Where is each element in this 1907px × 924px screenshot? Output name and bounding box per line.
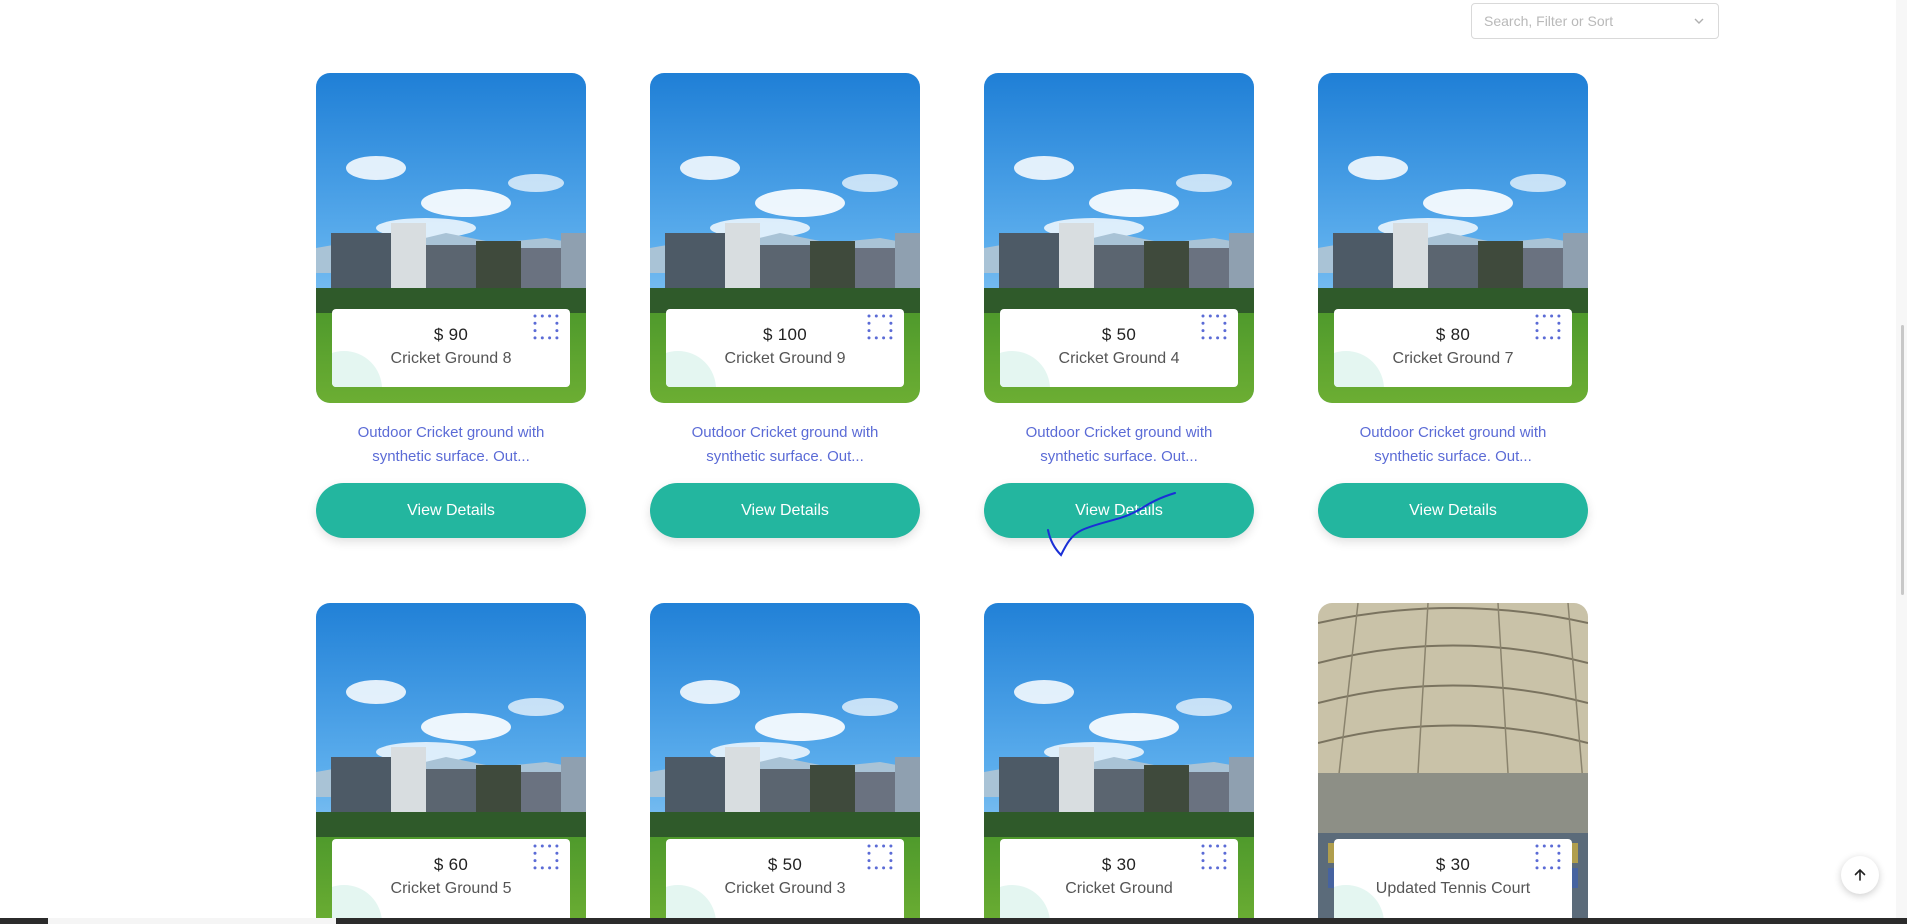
chevron-down-icon [1694, 18, 1704, 24]
scrollbar-thumb[interactable] [1901, 325, 1904, 595]
venue-name: Updated Tennis Court [1375, 880, 1531, 897]
venue-price: $ 30 [1101, 855, 1137, 874]
venue-name: Cricket Ground 7 [1392, 350, 1514, 367]
venue-card: $ 30 Updated Tennis Court [1318, 603, 1588, 921]
venue-card: $ 80 Cricket Ground 7 Outdoor Cricket gr… [1318, 73, 1588, 538]
venue-card: $ 60 Cricket Ground 5 [316, 603, 586, 921]
venue-price: $ 100 [762, 325, 808, 344]
venue-description: Outdoor Cricket ground with synthetic su… [1359, 424, 1547, 465]
bottom-bar [0, 918, 1907, 924]
venue-photo[interactable]: $ 30 Updated Tennis Court [1318, 603, 1588, 921]
search-placeholder: Search, Filter or Sort [1484, 13, 1614, 29]
arrow-up-icon [1854, 868, 1866, 881]
venue-info-box: $ 90 Cricket Ground 8 [332, 309, 570, 387]
search-filter-sort-select[interactable]: Search, Filter or Sort [1471, 3, 1719, 39]
venue-price: $ 30 [1435, 855, 1471, 874]
venue-card: $ 90 Cricket Ground 8 Outdoor Cricket gr… [316, 73, 586, 538]
venue-info-box: $ 80 Cricket Ground 7 [1334, 309, 1572, 387]
view-details-button[interactable]: View Details [650, 483, 920, 538]
venue-price: $ 90 [433, 325, 469, 344]
venue-photo[interactable]: $ 50 Cricket Ground 3 [650, 603, 920, 921]
venue-photo[interactable]: $ 80 Cricket Ground 7 [1318, 73, 1588, 403]
venue-info-box: $ 50 Cricket Ground 3 [666, 839, 904, 921]
view-details-button[interactable]: View Details [1318, 483, 1588, 538]
venue-info-box: $ 30 Cricket Ground [1000, 839, 1238, 921]
venue-card: $ 30 Cricket Ground [984, 603, 1254, 921]
venue-name: Cricket Ground 4 [1058, 350, 1180, 367]
venue-photo[interactable]: $ 50 Cricket Ground 4 [984, 73, 1254, 403]
venue-card: $ 50 Cricket Ground 3 [650, 603, 920, 921]
venue-photo[interactable]: $ 60 Cricket Ground 5 [316, 603, 586, 921]
venue-name: Cricket Ground 9 [724, 350, 846, 367]
view-details-button[interactable]: View Details [316, 483, 586, 538]
venue-photo[interactable]: $ 30 Cricket Ground [984, 603, 1254, 921]
venue-info-box: $ 100 Cricket Ground 9 [666, 309, 904, 387]
venue-photo[interactable]: $ 100 Cricket Ground 9 [650, 73, 920, 403]
venue-name: Cricket Ground 8 [390, 350, 512, 367]
venue-price: $ 80 [1435, 325, 1471, 344]
venue-info-box: $ 50 Cricket Ground 4 [1000, 309, 1238, 387]
venue-name: Cricket Ground 3 [724, 880, 846, 897]
venue-description: Outdoor Cricket ground with synthetic su… [357, 424, 545, 465]
venue-price: $ 50 [1101, 325, 1137, 344]
venue-info-box: $ 60 Cricket Ground 5 [332, 839, 570, 921]
venue-name: Cricket Ground 5 [390, 880, 512, 897]
venue-photo[interactable]: $ 90 Cricket Ground 8 [316, 73, 586, 403]
venue-card: $ 50 Cricket Ground 4 Outdoor Cricket gr… [984, 73, 1254, 538]
bottom-bar-segment [48, 918, 336, 924]
view-details-button[interactable]: View Details [984, 483, 1254, 538]
back-to-top-button[interactable] [1841, 856, 1879, 894]
venue-price: $ 50 [767, 855, 803, 874]
venue-description: Outdoor Cricket ground with synthetic su… [1025, 424, 1213, 465]
venue-description: Outdoor Cricket ground with synthetic su… [691, 424, 879, 465]
venue-card: $ 100 Cricket Ground 9 Outdoor Cricket g… [650, 73, 920, 538]
venue-info-box: $ 30 Updated Tennis Court [1334, 839, 1572, 921]
venue-price: $ 60 [433, 855, 469, 874]
venue-name: Cricket Ground [1065, 880, 1173, 897]
